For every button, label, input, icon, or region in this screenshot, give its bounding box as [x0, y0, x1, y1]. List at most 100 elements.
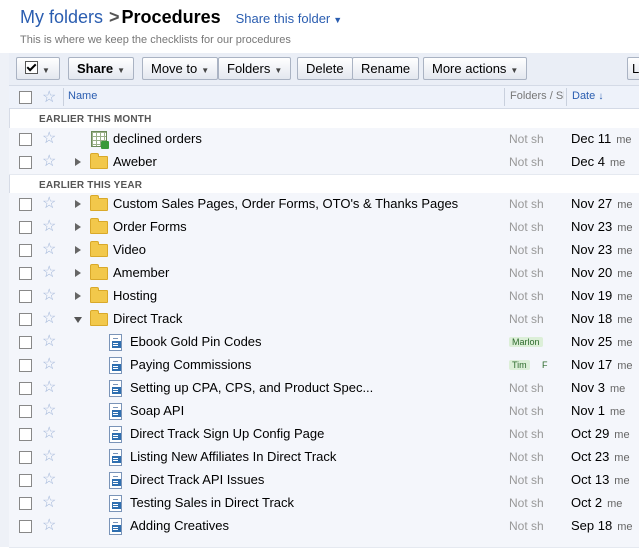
expand-icon[interactable]	[75, 223, 81, 231]
star-icon[interactable]: ☆	[42, 470, 56, 490]
star-icon[interactable]: ☆	[42, 424, 56, 444]
row-checkbox[interactable]	[19, 156, 32, 169]
star-icon[interactable]: ☆	[42, 309, 56, 329]
item-name[interactable]: Order Forms	[113, 219, 187, 234]
row-checkbox[interactable]	[19, 497, 32, 510]
collapse-icon[interactable]	[74, 317, 82, 323]
star-icon[interactable]: ☆	[42, 217, 56, 237]
row-checkbox[interactable]	[19, 290, 32, 303]
table-row[interactable]: ☆ Amember Not sh Nov 20 me	[9, 262, 639, 286]
select-menu-button[interactable]: ▼	[16, 57, 60, 80]
item-name[interactable]: Direct Track Sign Up Config Page	[130, 426, 324, 441]
column-folders-shared[interactable]: Folders / Sh	[510, 90, 564, 102]
star-icon[interactable]: ☆	[42, 516, 56, 536]
expand-icon[interactable]	[75, 158, 81, 166]
share-folder-link[interactable]: Share this folder ▼	[236, 11, 343, 26]
table-row[interactable]: ☆ Direct Track API Issues Not sh Oct 13 m…	[9, 469, 639, 493]
item-name[interactable]: Listing New Affiliates In Direct Track	[130, 449, 336, 464]
row-checkbox[interactable]	[19, 451, 32, 464]
table-row[interactable]: ☆ Direct Track Sign Up Config Page Not s…	[9, 423, 639, 447]
item-name[interactable]: Hosting	[113, 288, 157, 303]
star-icon[interactable]: ☆	[42, 401, 56, 421]
table-row[interactable]: ☆ Hosting Not sh Nov 19 me	[9, 285, 639, 309]
star-icon[interactable]: ☆	[42, 355, 56, 375]
table-row[interactable]: ☆ Custom Sales Pages, Order Forms, OTO's…	[9, 193, 639, 217]
column-date[interactable]: Date ↓	[572, 90, 603, 102]
share-status: Not sh	[509, 289, 544, 303]
folders-button[interactable]: Folders ▼	[218, 57, 292, 80]
move-to-label: Move to	[151, 61, 198, 76]
row-checkbox[interactable]	[19, 198, 32, 211]
row-checkbox[interactable]	[19, 267, 32, 280]
row-checkbox[interactable]	[19, 405, 32, 418]
partial-button[interactable]: L	[627, 57, 639, 80]
star-icon[interactable]: ☆	[42, 240, 56, 260]
item-name[interactable]: Direct Track API Issues	[130, 472, 264, 487]
date-value: Nov 18	[571, 311, 613, 326]
row-checkbox[interactable]	[19, 133, 32, 146]
item-name[interactable]: Ebook Gold Pin Codes	[130, 334, 262, 349]
row-checkbox[interactable]	[19, 336, 32, 349]
item-name[interactable]: Direct Track	[113, 311, 182, 326]
table-row[interactable]: ☆ Setting up CPA, CPS, and Product Spec.…	[9, 377, 639, 401]
table-row[interactable]: ☆ Video Not sh Nov 23 me	[9, 239, 639, 263]
table-row[interactable]: ☆ declined orders Not sh Dec 11 me	[9, 128, 639, 152]
modified-by: me	[617, 521, 633, 533]
share-status: Not sh	[509, 197, 544, 211]
column-divider	[566, 88, 567, 106]
item-name[interactable]: Custom Sales Pages, Order Forms, OTO's &…	[113, 196, 458, 211]
folder-header: My folders > Procedures Share this folde…	[0, 0, 639, 53]
row-checkbox[interactable]	[19, 221, 32, 234]
more-actions-button[interactable]: More actions ▼	[423, 57, 528, 80]
select-all-checkbox[interactable]	[19, 91, 32, 104]
star-icon[interactable]: ☆	[42, 332, 56, 352]
star-icon[interactable]: ☆	[42, 286, 56, 306]
row-checkbox[interactable]	[19, 382, 32, 395]
table-row[interactable]: ☆ Aweber Not sh Dec 4 me	[9, 151, 639, 175]
star-icon[interactable]: ☆	[42, 493, 56, 513]
item-name[interactable]: declined orders	[113, 131, 202, 146]
table-row[interactable]: ☆ Paying Commissions Tim F Nov 17 me	[9, 354, 639, 378]
star-icon[interactable]: ☆	[42, 152, 56, 172]
expand-icon[interactable]	[75, 269, 81, 277]
star-icon[interactable]: ☆	[42, 447, 56, 467]
star-icon[interactable]: ☆	[42, 194, 56, 214]
item-name[interactable]: Video	[113, 242, 146, 257]
item-name[interactable]: Testing Sales in Direct Track	[130, 495, 294, 510]
item-name[interactable]: Aweber	[113, 154, 157, 169]
share-button[interactable]: Share ▼	[68, 57, 135, 80]
table-row[interactable]: ☆ Testing Sales in Direct Track Not sh O…	[9, 492, 639, 516]
star-icon[interactable]: ☆	[42, 378, 56, 398]
star-icon[interactable]: ☆	[42, 129, 56, 149]
share-status: Not sh	[509, 243, 544, 257]
delete-button[interactable]: Delete	[297, 57, 353, 80]
share-status: Not sh	[509, 132, 544, 146]
item-name[interactable]: Adding Creatives	[130, 518, 229, 533]
table-row[interactable]: ☆ Ebook Gold Pin Codes Marlon Nov 25 me	[9, 331, 639, 355]
item-name[interactable]: Paying Commissions	[130, 357, 251, 372]
item-name[interactable]: Setting up CPA, CPS, and Product Spec...	[130, 380, 373, 395]
column-name[interactable]: Name	[68, 90, 97, 102]
star-icon[interactable]: ☆	[42, 263, 56, 283]
expand-icon[interactable]	[75, 292, 81, 300]
table-row[interactable]: ☆ Direct Track Not sh Nov 18 me	[9, 308, 639, 332]
item-name[interactable]: Amember	[113, 265, 169, 280]
move-to-button[interactable]: Move to ▼	[142, 57, 219, 80]
table-row[interactable]: ☆ Adding Creatives Not sh Sep 18 me	[9, 515, 639, 539]
table-row[interactable]: ☆ Order Forms Not sh Nov 23 me	[9, 216, 639, 240]
item-name[interactable]: Soap API	[130, 403, 184, 418]
expand-icon[interactable]	[75, 246, 81, 254]
expand-icon[interactable]	[75, 200, 81, 208]
row-checkbox[interactable]	[19, 313, 32, 326]
table-row[interactable]: ☆ Listing New Affiliates In Direct Track…	[9, 446, 639, 470]
row-checkbox[interactable]	[19, 520, 32, 533]
row-checkbox[interactable]	[19, 474, 32, 487]
table-row[interactable]: ☆ Soap API Not sh Nov 1 me	[9, 400, 639, 424]
date-value: Nov 23	[571, 219, 613, 234]
row-checkbox[interactable]	[19, 428, 32, 441]
row-checkbox[interactable]	[19, 359, 32, 372]
row-checkbox[interactable]	[19, 244, 32, 257]
breadcrumb-my-folders[interactable]: My folders	[20, 7, 103, 28]
rename-button[interactable]: Rename	[352, 57, 420, 80]
star-icon[interactable]: ☆	[42, 87, 56, 107]
